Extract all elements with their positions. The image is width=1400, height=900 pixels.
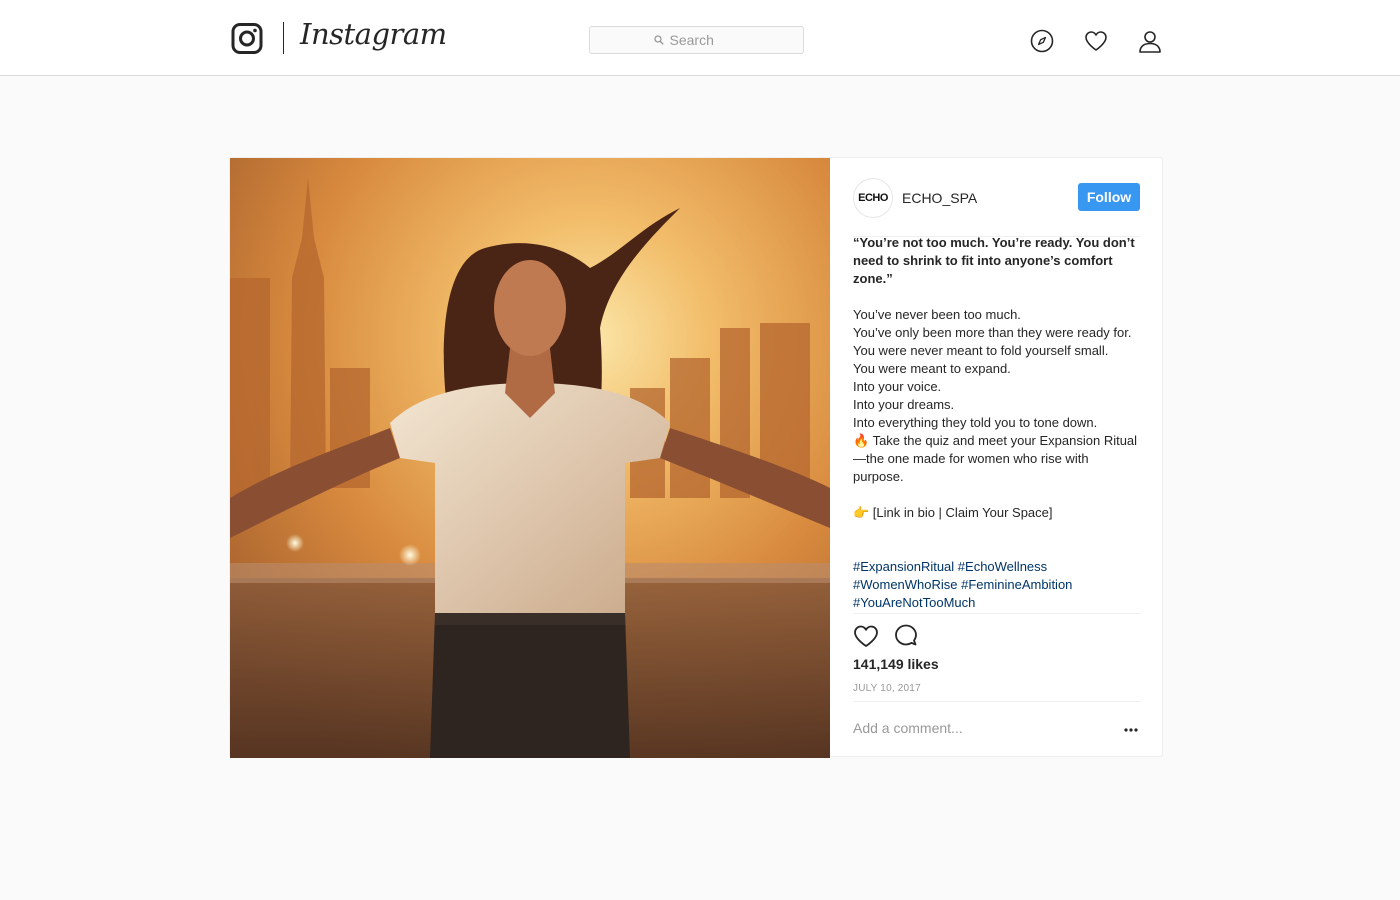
caption-quote: “You’re not too much. You’re ready. You … (853, 235, 1135, 286)
logo-divider (283, 22, 284, 54)
post-username[interactable]: ECHO_SPA (902, 190, 977, 206)
profile-icon[interactable] (1138, 29, 1162, 53)
post-card: ECHO ECHO_SPA Follow “You’re not too muc… (229, 157, 1163, 758)
instagram-wordmark[interactable]: Instagram (300, 17, 447, 51)
post-sidebar: ECHO ECHO_SPA Follow “You’re not too muc… (853, 158, 1140, 758)
likes-count[interactable]: 141,149 likes (853, 656, 939, 672)
comment-bubble-icon[interactable] (893, 624, 919, 648)
comment-input[interactable] (853, 720, 1103, 736)
post-caption: “You’re not too much. You’re ready. You … (853, 234, 1140, 612)
search-icon (653, 35, 664, 45)
instagram-camera-icon[interactable] (231, 22, 263, 55)
search-input[interactable] (669, 32, 740, 48)
search-box[interactable] (589, 26, 804, 54)
compass-icon[interactable] (1030, 29, 1054, 53)
post-photo[interactable] (230, 158, 830, 758)
top-navigation-bar: Instagram (0, 0, 1400, 76)
post-date: JULY 10, 2017 (853, 683, 921, 694)
like-heart-icon[interactable] (853, 624, 879, 648)
post-header: ECHO ECHO_SPA Follow (853, 178, 1140, 218)
actions-divider (853, 701, 1140, 702)
follow-button[interactable]: Follow (1078, 183, 1140, 211)
post-image (230, 158, 830, 758)
heart-icon[interactable] (1084, 29, 1108, 53)
caption-divider (853, 613, 1140, 614)
more-options-icon[interactable] (1122, 720, 1140, 740)
avatar[interactable]: ECHO (853, 178, 893, 218)
caption-hashtags[interactable]: #ExpansionRitual #EchoWellness #WomenWho… (853, 558, 1140, 612)
caption-body: You’ve never been too much. You’ve only … (853, 307, 1138, 520)
